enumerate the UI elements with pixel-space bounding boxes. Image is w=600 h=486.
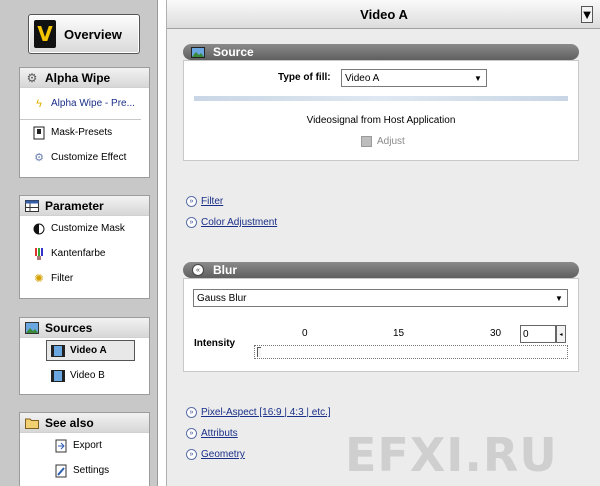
parameter-header[interactable]: Parameter [20, 196, 149, 216]
adjust-checkbox[interactable] [361, 136, 372, 147]
spin-arrow-icon: ◂ [559, 331, 563, 338]
pixel-aspect-link[interactable]: » Pixel-Aspect [16:9 | 4:3 | etc.] [186, 407, 331, 418]
expand-chevron-icon: » [186, 428, 197, 439]
v-logo-icon: V [34, 20, 56, 48]
panel-title-bar: Video A ▼ [167, 0, 600, 29]
chevron-down-icon: ▼ [580, 7, 594, 22]
source-section-body: Type of fill: Video A ▼ Videosignal from… [183, 60, 579, 161]
settings-item[interactable]: Settings [20, 458, 149, 483]
intensity-label: Intensity [194, 338, 236, 349]
parameter-group: Parameter Customize Mask Kantenfarbe ✺ F… [19, 195, 150, 299]
color-brush-icon [32, 247, 46, 261]
alpha-wipe-group: ⚙ Alpha Wipe ϟ Alpha Wipe - Pre... Mask-… [19, 67, 150, 178]
intensity-tick-0: 0 [302, 328, 308, 339]
export-icon [54, 439, 68, 453]
adjust-checkbox-row[interactable]: Adjust [361, 136, 405, 147]
chevron-down-icon: ▼ [551, 290, 567, 306]
see-also-group: See also Export Settings [19, 412, 150, 486]
blur-section-header[interactable]: « Blur [183, 262, 579, 278]
sources-group: Sources Video A Video B [19, 317, 150, 395]
watermark-text: EFXI.RU [345, 428, 558, 482]
expand-chevron-icon: » [186, 449, 197, 460]
sources-header[interactable]: Sources [20, 318, 149, 338]
geometry-link[interactable]: » Geometry [186, 449, 245, 460]
kantenfarbe-item[interactable]: Kantenfarbe [20, 241, 149, 266]
lightning-icon: ϟ [36, 97, 42, 110]
color-adjustment-link[interactable]: » Color Adjustment [186, 217, 277, 228]
source-description: Videosignal from Host Application [306, 115, 456, 126]
intensity-value-input[interactable]: 0 [520, 325, 556, 343]
type-of-fill-label: Type of fill: [278, 72, 331, 83]
image-icon [24, 320, 40, 336]
overview-label: Overview [64, 26, 122, 42]
mask-circle-icon [32, 222, 46, 236]
image-icon [191, 46, 205, 58]
chevron-down-icon: ▼ [470, 70, 486, 86]
collapse-chevron-icon: « [191, 264, 205, 276]
customize-effect-item[interactable]: ⚙ Customize Effect [20, 145, 149, 170]
alpha-wipe-header[interactable]: ⚙ Alpha Wipe [20, 68, 149, 88]
overview-button[interactable]: V Overview [28, 14, 140, 54]
navigation-panel: V Overview ⚙ Alpha Wipe ϟ Alpha Wipe - P… [0, 0, 158, 486]
intensity-slider-track[interactable] [254, 345, 568, 359]
film-icon [51, 369, 65, 383]
source-video-b-item[interactable]: Video B [20, 363, 149, 388]
mask-presets-item[interactable]: Mask-Presets [20, 120, 149, 145]
settings-icon [54, 464, 68, 478]
attributs-link[interactable]: » Attributs [186, 428, 238, 439]
adjust-label: Adjust [377, 136, 405, 147]
source-video-a-item[interactable]: Video A [46, 340, 135, 361]
export-item[interactable]: Export [20, 433, 149, 458]
main-panel: Video A ▼ Source Type of fill: Video A ▼… [166, 0, 600, 486]
gear-icon: ⚙ [34, 152, 44, 164]
expand-chevron-icon: » [186, 217, 197, 228]
filter-link[interactable]: » Filter [186, 196, 223, 207]
blur-section-body: Gauss Blur ▼ Intensity 0 15 30 0 ◂ [183, 278, 579, 372]
see-also-header[interactable]: See also [20, 413, 149, 433]
type-of-fill-select[interactable]: Video A ▼ [341, 69, 487, 87]
customize-mask-item[interactable]: Customize Mask [20, 216, 149, 241]
film-icon [51, 344, 65, 358]
expand-chevron-icon: » [186, 407, 197, 418]
expand-chevron-icon: » [186, 196, 197, 207]
intensity-tick-15: 15 [393, 328, 405, 339]
filter-gear-icon: ✺ [34, 273, 44, 285]
gear-icon: ⚙ [26, 70, 38, 85]
mask-presets-icon [32, 126, 46, 140]
blur-type-select[interactable]: Gauss Blur ▼ [193, 289, 568, 307]
intensity-tick-30: 30 [490, 328, 502, 339]
intensity-slider-thumb[interactable] [257, 347, 261, 357]
alpha-wipe-presets-item[interactable]: ϟ Alpha Wipe - Pre... [20, 88, 141, 120]
source-divider [194, 96, 568, 101]
source-section-header[interactable]: Source [183, 44, 579, 60]
title-dropdown-button[interactable]: ▼ [581, 6, 593, 23]
filter-item[interactable]: ✺ Filter [20, 266, 149, 291]
panel-title: Video A [360, 6, 408, 22]
intensity-spin-button[interactable]: ◂ [556, 325, 566, 343]
table-icon [24, 198, 40, 214]
folder-icon [24, 415, 40, 431]
